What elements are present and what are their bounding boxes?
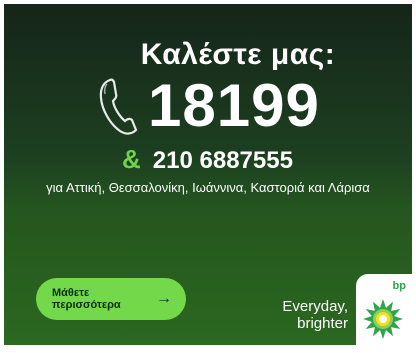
headline: Καλέστε μας: bbox=[140, 38, 336, 71]
bp-logo-card: bp bbox=[356, 274, 412, 345]
arrow-right-icon: → bbox=[156, 290, 172, 307]
secondary-phone-row[interactable]: & 210 6887555 bbox=[122, 144, 293, 175]
learn-more-button[interactable]: Μάθετε περισσότερα → bbox=[36, 278, 186, 320]
ad-banner[interactable]: Καλέστε μας: 18199 & 210 6887555 για Αττ… bbox=[4, 4, 412, 345]
bp-helios-icon bbox=[363, 299, 403, 339]
ampersand: & bbox=[122, 144, 141, 174]
tagline: Everyday, brighter bbox=[282, 298, 348, 332]
phone-handset-icon bbox=[99, 78, 138, 135]
primary-phone-row[interactable]: 18199 bbox=[96, 76, 320, 136]
secondary-phone-number: 210 6887555 bbox=[152, 147, 293, 174]
coverage-text: για Αττική, Θεσσαλονίκη, Ιωάννινα, Καστο… bbox=[46, 180, 370, 195]
learn-more-label: Μάθετε περισσότερα bbox=[52, 287, 121, 311]
primary-phone-number: 18199 bbox=[148, 72, 320, 139]
bp-logo-text: bp bbox=[392, 280, 406, 292]
